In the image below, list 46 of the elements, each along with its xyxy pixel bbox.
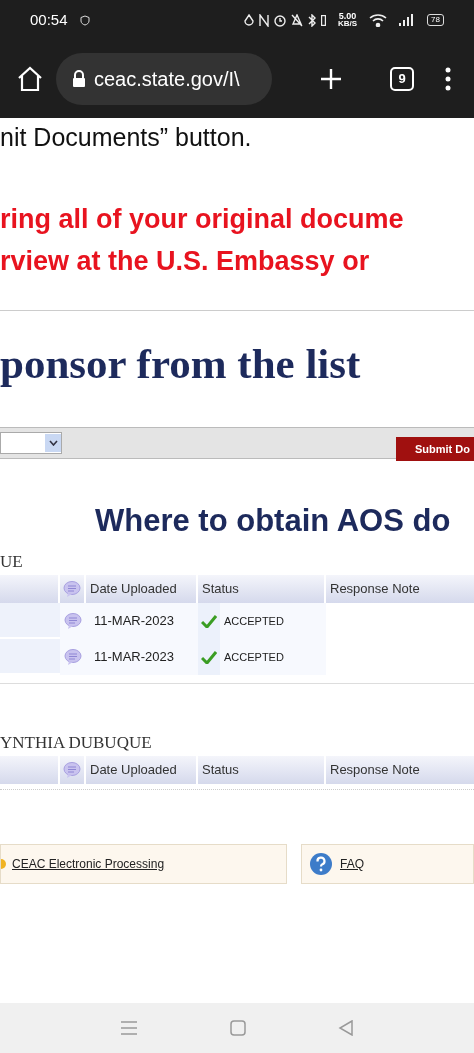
shield-icon [79,14,90,26]
network-speed-unit: KB/S [337,20,358,28]
tab-count-button[interactable]: 9 [390,67,414,91]
network-speed: 5.00 [338,12,357,20]
bluetooth-icon [307,13,316,27]
applicant-name: UE [0,551,24,573]
table-cell: 11-MAR-2023 [86,639,198,675]
muted-bell-icon [290,13,303,27]
column-header: Response Note [329,580,421,599]
warning-text: ring all of your original docume [0,203,405,236]
speech-bubble-icon [63,580,81,598]
lock-icon [72,70,86,88]
wifi-icon [369,13,388,27]
drop-icon [243,13,254,27]
checkmark-icon [201,614,217,628]
speech-bubble-icon [63,761,81,779]
instruction-text: nit Documents” button. [0,122,253,153]
back-icon[interactable] [338,1020,354,1036]
applicant-name: YNTHIA DUBUQUE [0,732,153,754]
checkmark-icon [201,650,217,664]
section-heading: ponsor from the list [0,339,362,389]
battery-indicator: 78 [427,14,444,26]
speech-bubble-icon [64,648,82,666]
speech-bubble-icon [64,612,82,630]
address-bar[interactable]: ceac.state.gov/I\ [56,53,272,105]
column-header: Response Note [329,761,421,780]
status-cell: ACCEPTED [220,639,326,675]
sponsor-select[interactable] [0,432,62,454]
status-cell: ACCEPTED [220,603,326,639]
signal-icon [399,14,416,26]
home-icon[interactable] [16,65,44,93]
table-cell: 11-MAR-2023 [86,603,198,639]
processing-link[interactable]: CEAC Electronic Processing [12,855,165,873]
column-header: Status [198,756,326,784]
clock: 00:54 [30,9,68,30]
new-tab-icon[interactable] [320,68,342,90]
home-button-icon[interactable] [230,1020,246,1036]
faq-link[interactable]: FAQ [340,855,364,873]
help-icon [310,853,332,875]
caret-icon [48,440,58,446]
aos-documents-link[interactable]: Where to obtain AOS do [0,499,474,543]
column-header: Date Uploaded [86,756,198,784]
submit-button[interactable]: Submit Do [396,437,474,461]
warning-text: rview at the U.S. Embassy or [0,245,371,278]
alarm-icon [273,13,286,27]
bullet-icon [1,859,6,869]
